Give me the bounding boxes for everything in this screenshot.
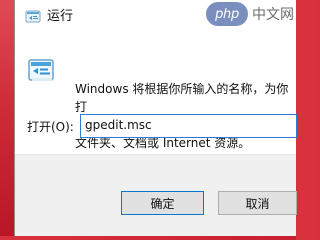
cancel-button[interactable]: 取消 bbox=[218, 191, 297, 215]
php-logo-icon: php bbox=[206, 2, 248, 26]
run-window-icon bbox=[28, 59, 54, 81]
ok-button[interactable]: 确定 bbox=[121, 191, 204, 215]
description-line-2: 文件夹、文档或 Internet 资源。 bbox=[75, 136, 251, 150]
dialog-titlebar: 运行 php 中文网 bbox=[15, 0, 296, 34]
run-dialog: 运行 php 中文网 Windows 将根据你所输入的名称，为你打 文件夹、文档… bbox=[14, 0, 297, 236]
description-line-1: Windows 将根据你所输入的名称，为你打 bbox=[75, 82, 289, 114]
open-label: 打开(O): bbox=[27, 120, 74, 134]
watermark: php 中文网 bbox=[206, 2, 294, 26]
desktop-background bbox=[0, 0, 14, 236]
open-input[interactable]: gpedit.msc bbox=[80, 114, 297, 138]
dialog-description: Windows 将根据你所输入的名称，为你打 文件夹、文档或 Internet … bbox=[75, 62, 297, 152]
dialog-title: 运行 bbox=[47, 9, 74, 24]
watermark-text: 中文网 bbox=[252, 7, 294, 23]
dialog-separator bbox=[15, 154, 296, 155]
run-window-icon bbox=[25, 10, 41, 23]
